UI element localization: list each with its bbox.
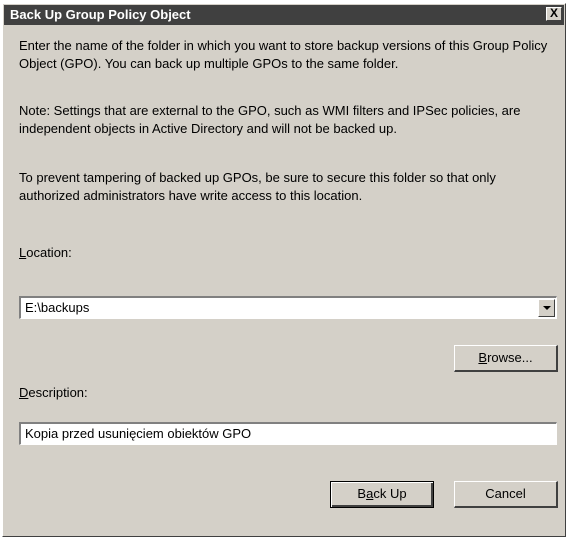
close-button[interactable]: X [546,7,562,21]
browse-button[interactable]: Browse... [454,345,558,372]
back-up-label: ck Up [373,486,407,501]
instructions-text: Enter the name of the folder in which yo… [19,38,548,71]
description-label-text: escription: [28,385,88,400]
browse-label: rowse... [487,350,533,365]
cancel-button[interactable]: Cancel [454,481,558,508]
close-icon: X [549,6,558,20]
title-bar[interactable]: Back Up Group Policy Object X [4,5,564,25]
back-up-label-pre: B [357,486,367,501]
note-text: Note: Settings that are external to the … [19,103,521,136]
chevron-down-icon [543,306,551,310]
back-up-button[interactable]: Back Up [330,481,434,508]
security-tip-text: To prevent tampering of backed up GPOs, … [19,170,496,203]
browse-mnemonic: B [478,350,488,365]
description-input[interactable]: Kopia przed usunięciem obiektów GPO [25,426,251,441]
description-label: Description: [19,385,88,400]
backup-gpo-dialog: Back Up Group Policy Object X Enter the … [2,3,566,537]
location-label-text: ocation: [26,245,72,260]
location-dropdown-button[interactable] [538,299,555,317]
dialog-title: Back Up Group Policy Object [10,7,191,22]
location-combobox[interactable]: E:\backups [19,296,557,319]
location-input[interactable]: E:\backups [25,300,89,315]
description-label-mnemonic: D [19,385,29,400]
location-label: Location: [19,245,72,260]
description-field[interactable]: Kopia przed usunięciem obiektów GPO [19,422,557,445]
